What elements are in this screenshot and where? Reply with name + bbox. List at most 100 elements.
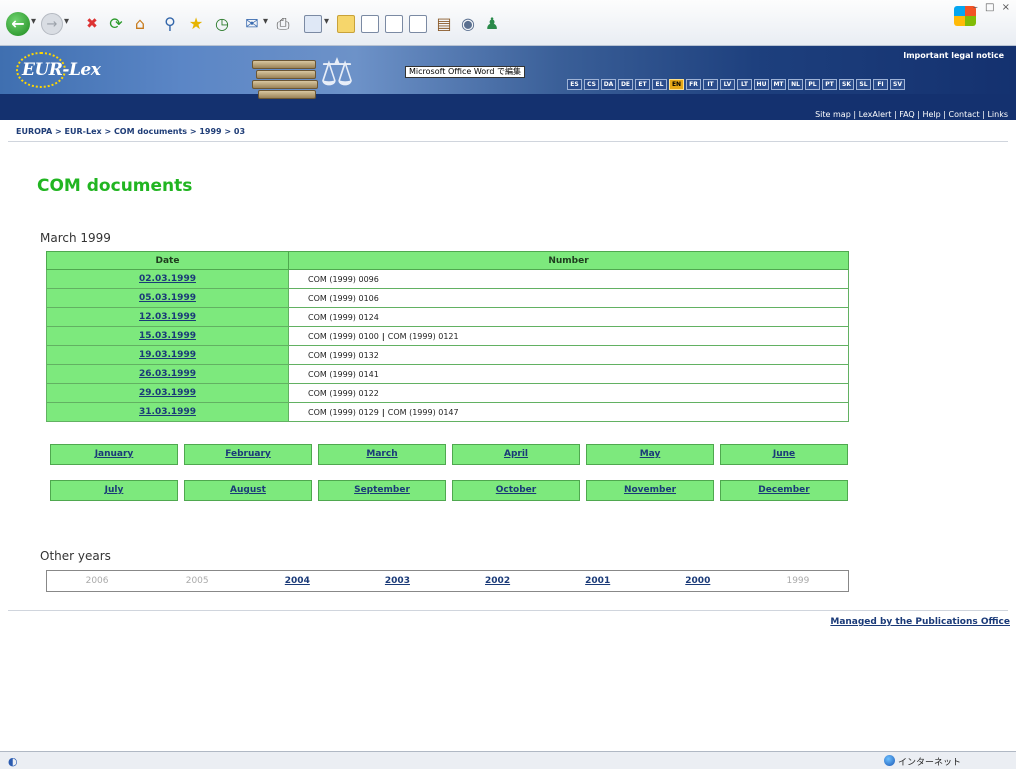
search-button[interactable]: ⚲ [158, 10, 182, 38]
month-button-july[interactable]: July [50, 480, 178, 501]
language-da-button[interactable]: DA [601, 79, 616, 90]
year-2000[interactable]: 2000 [648, 571, 748, 591]
month-button-february[interactable]: February [184, 444, 312, 465]
month-link[interactable]: January [95, 449, 134, 459]
month-button-september[interactable]: September [318, 480, 446, 501]
language-pt-button[interactable]: PT [822, 79, 837, 90]
breadcrumb-item[interactable]: 03 [234, 127, 245, 136]
util-link-help[interactable]: Help [923, 110, 941, 119]
util-link-links[interactable]: Links [987, 110, 1008, 119]
month-link[interactable]: June [773, 449, 795, 459]
date-link[interactable]: 15.03.1999 [139, 331, 196, 341]
year-link[interactable]: 2002 [485, 576, 510, 586]
history-button[interactable]: ◷ [210, 10, 234, 38]
language-pl-button[interactable]: PL [805, 79, 820, 90]
language-sv-button[interactable]: SV [890, 79, 905, 90]
favorites-button[interactable]: ★ [184, 10, 208, 38]
language-lt-button[interactable]: LT [737, 79, 752, 90]
month-button-november[interactable]: November [586, 480, 714, 501]
month-button-december[interactable]: December [720, 480, 848, 501]
year-2002[interactable]: 2002 [448, 571, 548, 591]
month-link[interactable]: February [225, 449, 271, 459]
page-button[interactable] [358, 10, 382, 38]
language-nl-button[interactable]: NL [788, 79, 803, 90]
language-sl-button[interactable]: SL [856, 79, 871, 90]
date-link[interactable]: 02.03.1999 [139, 274, 196, 284]
home-button[interactable]: ⌂ [128, 10, 152, 38]
mail-dropdown-icon[interactable]: ▾ [263, 16, 269, 27]
publications-office-link[interactable]: Managed by the Publications Office [830, 617, 1010, 627]
legal-notice-link[interactable]: Important legal notice [903, 51, 1004, 60]
breadcrumb-item[interactable]: EUR-Lex [65, 127, 102, 136]
month-link[interactable]: October [496, 485, 536, 495]
year-link[interactable]: 2004 [285, 576, 310, 586]
breadcrumb-item[interactable]: EUROPA [16, 127, 52, 136]
month-button-january[interactable]: January [50, 444, 178, 465]
language-it-button[interactable]: IT [703, 79, 718, 90]
language-es-button[interactable]: ES [567, 79, 582, 90]
window-button[interactable] [406, 10, 430, 38]
date-link[interactable]: 19.03.1999 [139, 350, 196, 360]
refresh-button[interactable]: ⟳ [104, 10, 128, 38]
back-dropdown-icon[interactable]: ▾ [31, 16, 37, 27]
month-button-october[interactable]: October [452, 480, 580, 501]
research-button[interactable]: ▤ [432, 10, 456, 38]
month-link[interactable]: August [230, 485, 266, 495]
util-link-lexalert[interactable]: LexAlert [859, 110, 892, 119]
language-fr-button[interactable]: FR [686, 79, 701, 90]
copy-button[interactable] [382, 10, 406, 38]
year-link[interactable]: 2003 [385, 576, 410, 586]
discuss-button[interactable]: ♟ [480, 10, 504, 38]
language-el-button[interactable]: EL [652, 79, 667, 90]
forward-button[interactable]: → [40, 10, 64, 38]
month-link[interactable]: April [504, 449, 528, 459]
month-link[interactable]: September [354, 485, 410, 495]
date-link[interactable]: 26.03.1999 [139, 369, 196, 379]
messenger-button[interactable]: ◉ [456, 10, 480, 38]
language-mt-button[interactable]: MT [771, 79, 786, 90]
util-link-contact[interactable]: Contact [949, 110, 980, 119]
year-2004[interactable]: 2004 [247, 571, 347, 591]
edit-button[interactable] [301, 10, 325, 38]
date-link[interactable]: 29.03.1999 [139, 388, 196, 398]
month-button-march[interactable]: March [318, 444, 446, 465]
language-lv-button[interactable]: LV [720, 79, 735, 90]
language-et-button[interactable]: ET [635, 79, 650, 90]
language-sk-button[interactable]: SK [839, 79, 854, 90]
folder-button[interactable] [334, 10, 358, 38]
util-link-site-map[interactable]: Site map [815, 110, 851, 119]
month-link[interactable]: July [105, 485, 124, 495]
month-link[interactable]: December [758, 485, 809, 495]
stop-button[interactable]: ✖ [80, 10, 104, 38]
month-button-june[interactable]: June [720, 444, 848, 465]
date-link[interactable]: 31.03.1999 [139, 407, 196, 417]
mail-button[interactable]: ✉ [240, 10, 264, 38]
month-button-april[interactable]: April [452, 444, 580, 465]
language-de-button[interactable]: DE [618, 79, 633, 90]
month-button-may[interactable]: May [586, 444, 714, 465]
year-link[interactable]: 2000 [685, 576, 710, 586]
edit-dropdown-icon[interactable]: ▾ [324, 16, 330, 27]
breadcrumb-item[interactable]: 1999 [199, 127, 221, 136]
forward-dropdown-icon[interactable]: ▾ [64, 16, 70, 27]
word-edit-popup[interactable]: Microsoft Office Word で編集 [405, 66, 525, 78]
year-2003[interactable]: 2003 [347, 571, 447, 591]
util-link-faq[interactable]: FAQ [899, 110, 915, 119]
month-link[interactable]: March [366, 449, 397, 459]
window-controls[interactable]: – □ × [973, 2, 1012, 13]
language-en-button[interactable]: EN [669, 79, 684, 90]
back-button[interactable]: ← [6, 10, 30, 38]
date-link[interactable]: 05.03.1999 [139, 293, 196, 303]
year-link[interactable]: 2001 [585, 576, 610, 586]
month-link[interactable]: November [624, 485, 676, 495]
month-link[interactable]: May [640, 449, 661, 459]
eurlex-logo[interactable]: EUR-Lex [16, 52, 128, 88]
breadcrumb-item[interactable]: COM documents [114, 127, 187, 136]
print-button[interactable]: ⎙ [271, 10, 295, 38]
year-2001[interactable]: 2001 [548, 571, 648, 591]
language-hu-button[interactable]: HU [754, 79, 769, 90]
language-cs-button[interactable]: CS [584, 79, 599, 90]
month-button-august[interactable]: August [184, 480, 312, 501]
date-link[interactable]: 12.03.1999 [139, 312, 196, 322]
language-fi-button[interactable]: FI [873, 79, 888, 90]
